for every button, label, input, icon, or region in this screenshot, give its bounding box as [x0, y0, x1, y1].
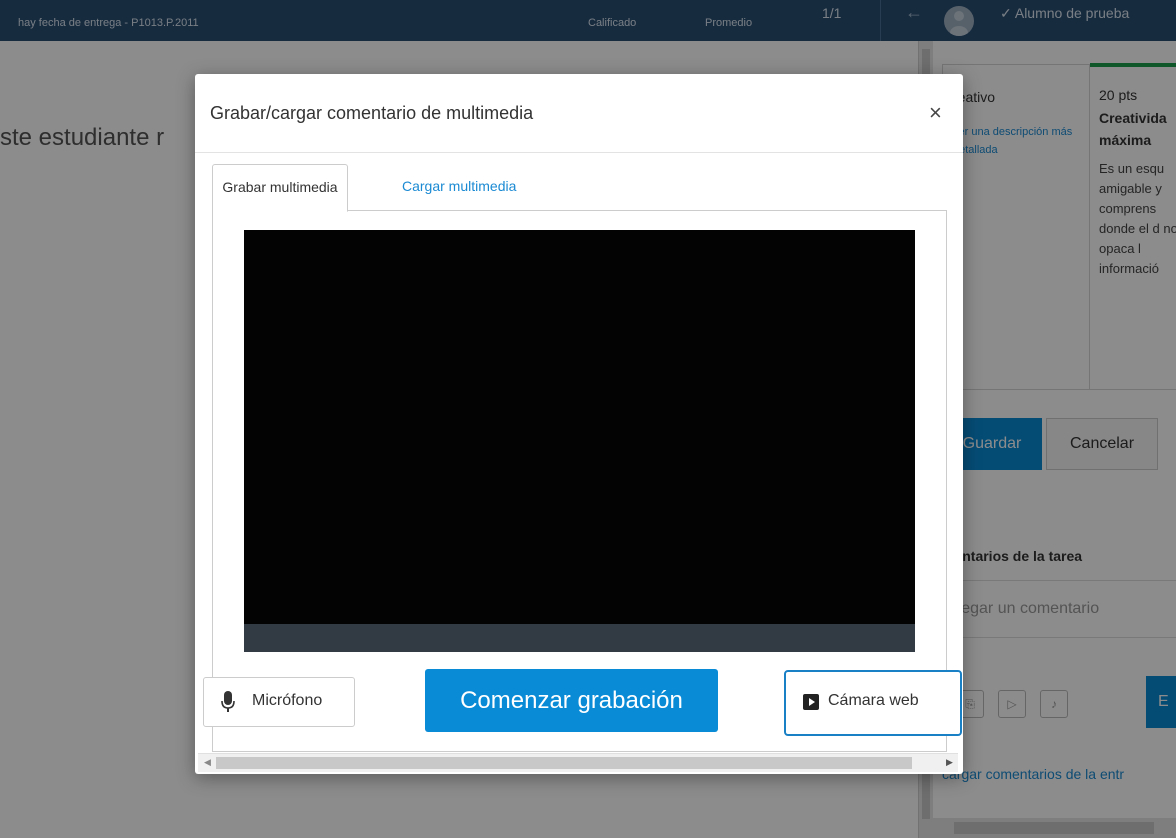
dialog-header: Grabar/cargar comentario de multimedia ×	[195, 74, 963, 153]
play-icon	[803, 694, 819, 710]
dialog-title: Grabar/cargar comentario de multimedia	[210, 103, 534, 123]
scroll-left-arrow-icon[interactable]: ◀	[204, 757, 211, 768]
media-tabs: Grabar multimedia Cargar multimedia	[212, 164, 946, 212]
scrollbar-thumb[interactable]	[216, 757, 912, 769]
media-comment-dialog: Grabar/cargar comentario de multimedia ×…	[195, 74, 963, 774]
close-icon[interactable]: ×	[929, 100, 942, 126]
microphone-icon	[221, 691, 235, 712]
tab-record-media[interactable]: Grabar multimedia	[212, 164, 348, 212]
microphone-button[interactable]: Micrófono	[203, 677, 355, 727]
microphone-label: Micrófono	[252, 692, 323, 709]
scroll-right-arrow-icon[interactable]: ▶	[946, 757, 953, 768]
video-control-bar[interactable]	[244, 624, 915, 652]
webcam-button[interactable]: Cámara web	[784, 670, 962, 736]
dialog-horizontal-scrollbar[interactable]: ◀ ▶	[198, 753, 958, 772]
webcam-label: Cámara web	[828, 692, 919, 709]
webcam-preview	[244, 230, 915, 652]
start-recording-button[interactable]: Comenzar grabación	[425, 669, 718, 732]
tab-upload-media[interactable]: Cargar multimedia	[402, 164, 516, 209]
